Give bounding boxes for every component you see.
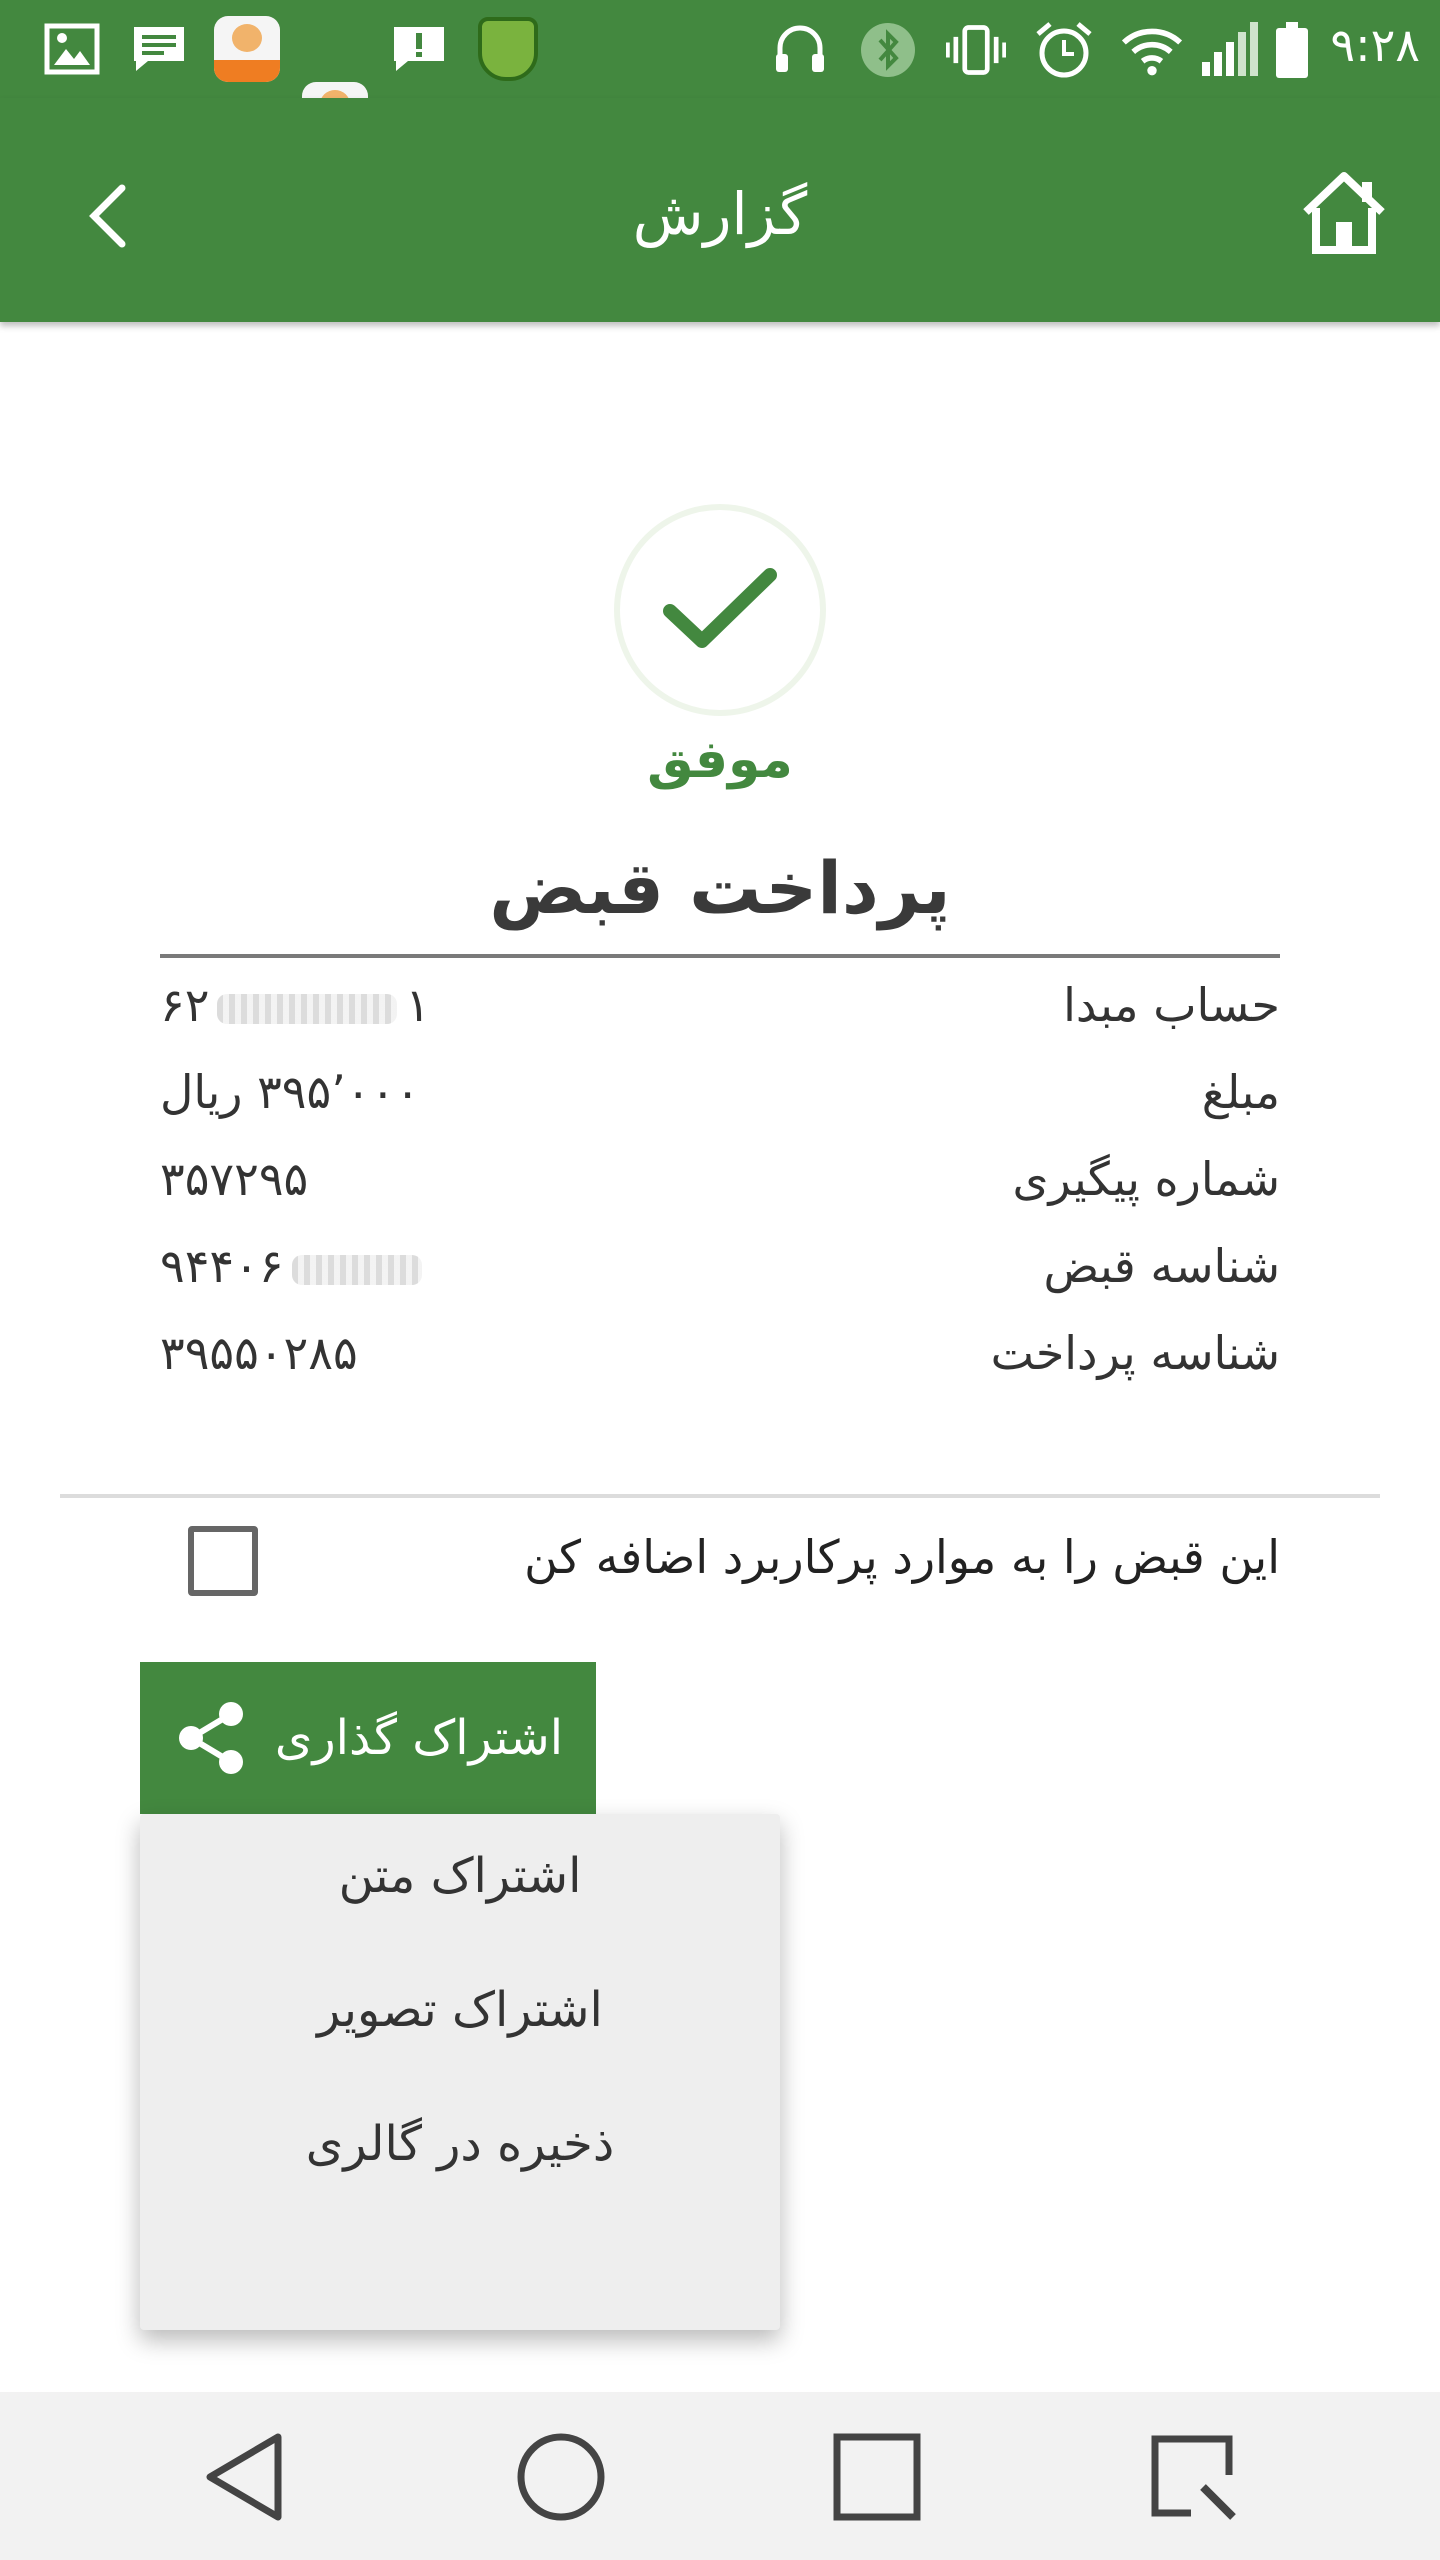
share-menu: اشتراک متن اشتراک تصویر ذخیره در گالری (140, 1814, 780, 2330)
title-divider (160, 954, 1280, 958)
favorite-checkbox[interactable] (188, 1526, 258, 1596)
home-circle-icon (517, 2433, 605, 2521)
nav-home-button[interactable] (506, 2422, 616, 2532)
receipt-details: حساب مبدا ۶۲ ۱ مبلغ ۳۹۵٬۰۰۰ ریال شماره پی… (160, 968, 1280, 1403)
share-button-label: اشتراک گذاری (274, 1710, 564, 1766)
share-icon (178, 1702, 243, 1774)
alarm-icon (1034, 20, 1094, 80)
status-label: موفق (647, 730, 793, 790)
detail-row-bill-id: شناسه قبض ۹۴۴۰۶ (160, 1229, 1280, 1316)
masked-value (217, 993, 398, 1024)
signal-icon (1200, 20, 1260, 80)
message-icon (130, 18, 188, 80)
app-icon (214, 16, 280, 82)
app-bar: گزارش (0, 98, 1440, 322)
screenshot-icon (1151, 2435, 1236, 2520)
page-title: گزارش (632, 180, 808, 248)
back-triangle-icon (206, 2433, 282, 2521)
battery-icon (1272, 20, 1312, 80)
menu-item-share-text[interactable]: اشتراک متن (140, 1848, 780, 1904)
detail-row-amount: مبلغ ۳۹۵٬۰۰۰ ریال (160, 1055, 1280, 1142)
menu-item-share-image[interactable]: اشتراک تصویر (140, 1982, 780, 2038)
shield-app-icon (478, 17, 538, 81)
detail-label: شماره پیگیری (1012, 1152, 1280, 1206)
detail-value: ۳۹۵٬۰۰۰ ریال (160, 1065, 420, 1119)
wifi-icon (1122, 20, 1182, 80)
nav-recents-button[interactable] (822, 2422, 932, 2532)
share-button[interactable]: اشتراک گذاری (140, 1662, 596, 1814)
success-badge (614, 504, 826, 716)
section-divider (60, 1494, 1380, 1498)
nav-back-button[interactable] (190, 2422, 300, 2532)
detail-label: شناسه قبض (1043, 1239, 1281, 1293)
bluetooth-icon (858, 20, 918, 80)
favorite-label: این قبض را به موارد پرکاربرد اضافه کن (524, 1530, 1280, 1584)
masked-value (291, 1254, 422, 1285)
detail-label: شناسه پرداخت (990, 1326, 1280, 1380)
image-icon (44, 18, 100, 80)
home-button[interactable] (1300, 170, 1388, 254)
detail-value: ۳۹۵۵۰۲۸۵ (160, 1326, 358, 1380)
navigation-bar (0, 2392, 1440, 2560)
headset-icon (770, 20, 830, 80)
status-time: ۹:۲۸ (1330, 18, 1420, 72)
detail-row-tracking-number: شماره پیگیری ۳۵۷۲۹۵ (160, 1142, 1280, 1229)
detail-label: مبلغ (1201, 1065, 1280, 1119)
detail-value: ۹۴۴۰۶ (160, 1239, 430, 1293)
menu-item-save-gallery[interactable]: ذخیره در گالری (140, 2116, 780, 2172)
home-icon (1303, 172, 1385, 254)
receipt-title: پرداخت قبض (489, 846, 951, 930)
detail-label: حساب مبدا (1063, 978, 1280, 1032)
vibrate-icon (946, 20, 1006, 80)
nav-screenshot-button[interactable] (1138, 2422, 1248, 2532)
detail-value: ۳۵۷۲۹۵ (160, 1152, 309, 1206)
detail-row-source-account: حساب مبدا ۶۲ ۱ (160, 968, 1280, 1055)
checkmark-icon (663, 568, 777, 648)
detail-value: ۶۲ ۱ (160, 978, 431, 1032)
alert-message-icon (390, 18, 448, 80)
status-bar: ۹:۲۸ (0, 0, 1440, 148)
detail-row-payment-id: شناسه پرداخت ۳۹۵۵۰۲۸۵ (160, 1316, 1280, 1403)
recents-square-icon (833, 2433, 921, 2521)
